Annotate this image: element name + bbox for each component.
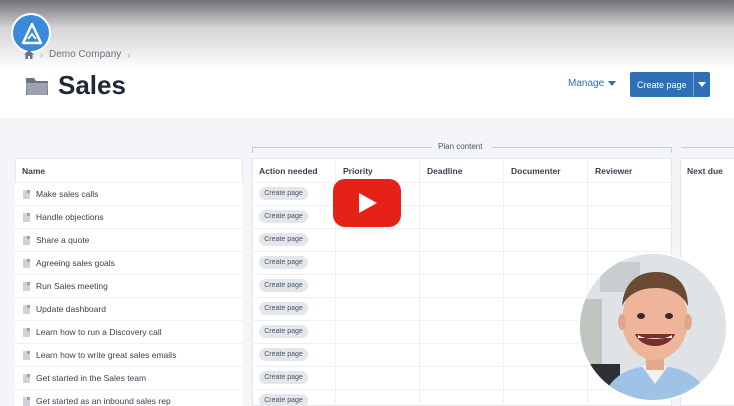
document-icon bbox=[23, 235, 30, 245]
create-page-badge[interactable]: Create page bbox=[259, 348, 308, 361]
document-icon bbox=[23, 189, 30, 199]
document-icon bbox=[23, 350, 30, 360]
document-icon bbox=[23, 327, 30, 337]
column-header-documenter[interactable]: Documenter bbox=[511, 166, 561, 176]
breadcrumb-separator-icon: › bbox=[40, 49, 43, 60]
logo-mark-icon bbox=[21, 22, 43, 45]
table-row[interactable]: Get started as an inbound sales rep bbox=[15, 389, 243, 406]
create-page-badge[interactable]: Create page bbox=[259, 187, 308, 200]
breadcrumb-company-link[interactable]: Demo Company bbox=[49, 49, 121, 60]
row-name[interactable]: Run Sales meeting bbox=[36, 281, 108, 291]
plan-row bbox=[252, 389, 672, 406]
create-page-badge[interactable]: Create page bbox=[259, 279, 308, 292]
document-icon bbox=[23, 304, 30, 314]
row-name[interactable]: Share a quote bbox=[36, 235, 89, 245]
create-page-button[interactable]: Create page bbox=[630, 72, 710, 97]
create-page-badge[interactable]: Create page bbox=[259, 233, 308, 246]
row-name[interactable]: Learn how to write great sales emails bbox=[36, 350, 176, 360]
manage-label: Manage bbox=[568, 78, 605, 89]
row-name[interactable]: Get started as an inbound sales rep bbox=[36, 396, 171, 406]
column-header-action[interactable]: Action needed bbox=[259, 166, 318, 176]
column-header-next-due[interactable]: Next due bbox=[687, 166, 723, 176]
document-icon bbox=[23, 281, 30, 291]
plan-row bbox=[252, 205, 672, 228]
page-title: Sales bbox=[58, 70, 126, 100]
column-header-priority[interactable]: Priority bbox=[343, 166, 373, 176]
chevron-down-icon[interactable] bbox=[698, 82, 706, 87]
manage-dropdown[interactable]: Manage bbox=[568, 78, 617, 89]
button-divider bbox=[693, 72, 694, 97]
app-logo[interactable] bbox=[11, 13, 51, 53]
row-name[interactable]: Make sales calls bbox=[36, 189, 98, 199]
document-icon bbox=[23, 396, 30, 406]
presenter-avatar bbox=[578, 252, 728, 402]
row-name[interactable]: Get started in the Sales team bbox=[36, 373, 146, 383]
create-page-badge[interactable]: Create page bbox=[259, 325, 308, 338]
table-row[interactable]: Handle objections bbox=[15, 205, 243, 228]
row-name[interactable]: Agreeing sales goals bbox=[36, 258, 115, 268]
group-line-next bbox=[681, 147, 734, 148]
table-row[interactable]: Update dashboard bbox=[15, 297, 243, 320]
column-header-deadline[interactable]: Deadline bbox=[427, 166, 462, 176]
row-name[interactable]: Update dashboard bbox=[36, 304, 106, 314]
group-line-right bbox=[492, 147, 672, 148]
breadcrumb: › Demo Company › bbox=[24, 49, 130, 60]
home-icon[interactable] bbox=[24, 50, 34, 59]
folder-icon bbox=[24, 75, 50, 97]
create-page-badge[interactable]: Create page bbox=[259, 210, 308, 223]
create-page-badge[interactable]: Create page bbox=[259, 302, 308, 315]
column-header-reviewer[interactable]: Reviewer bbox=[595, 166, 632, 176]
presenter-portrait bbox=[580, 254, 726, 400]
table-row[interactable]: Share a quote bbox=[15, 228, 243, 251]
create-page-badge[interactable]: Create page bbox=[259, 256, 308, 269]
document-icon bbox=[23, 212, 30, 222]
chevron-down-icon bbox=[608, 81, 617, 86]
table-row[interactable]: Get started in the Sales team bbox=[15, 366, 243, 389]
table-row[interactable]: Learn how to run a Discovery call bbox=[15, 320, 243, 343]
create-page-label: Create page bbox=[637, 79, 687, 90]
row-name[interactable]: Handle objections bbox=[36, 212, 104, 222]
plan-content-label: Plan content bbox=[438, 142, 483, 151]
breadcrumb-separator-icon: › bbox=[127, 49, 131, 60]
table-row[interactable]: Agreeing sales goals bbox=[15, 251, 243, 274]
table-row[interactable]: Make sales calls bbox=[15, 182, 243, 205]
document-icon bbox=[23, 258, 30, 268]
page-title-row: Sales bbox=[24, 70, 126, 101]
create-page-badge[interactable]: Create page bbox=[259, 394, 308, 406]
plan-row bbox=[252, 228, 672, 251]
play-icon bbox=[359, 193, 377, 213]
plan-content-group-header: Plan content bbox=[252, 142, 672, 153]
group-bracket-right bbox=[671, 147, 672, 153]
group-line-left bbox=[252, 147, 432, 148]
document-icon bbox=[23, 373, 30, 383]
row-name[interactable]: Learn how to run a Discovery call bbox=[36, 327, 162, 337]
column-header-name[interactable]: Name bbox=[22, 166, 45, 176]
create-page-badge[interactable]: Create page bbox=[259, 371, 308, 384]
table-row[interactable]: Learn how to write great sales emails bbox=[15, 343, 243, 366]
table-row[interactable]: Run Sales meeting bbox=[15, 274, 243, 297]
youtube-play-button[interactable] bbox=[333, 179, 401, 227]
plan-row bbox=[252, 182, 672, 205]
